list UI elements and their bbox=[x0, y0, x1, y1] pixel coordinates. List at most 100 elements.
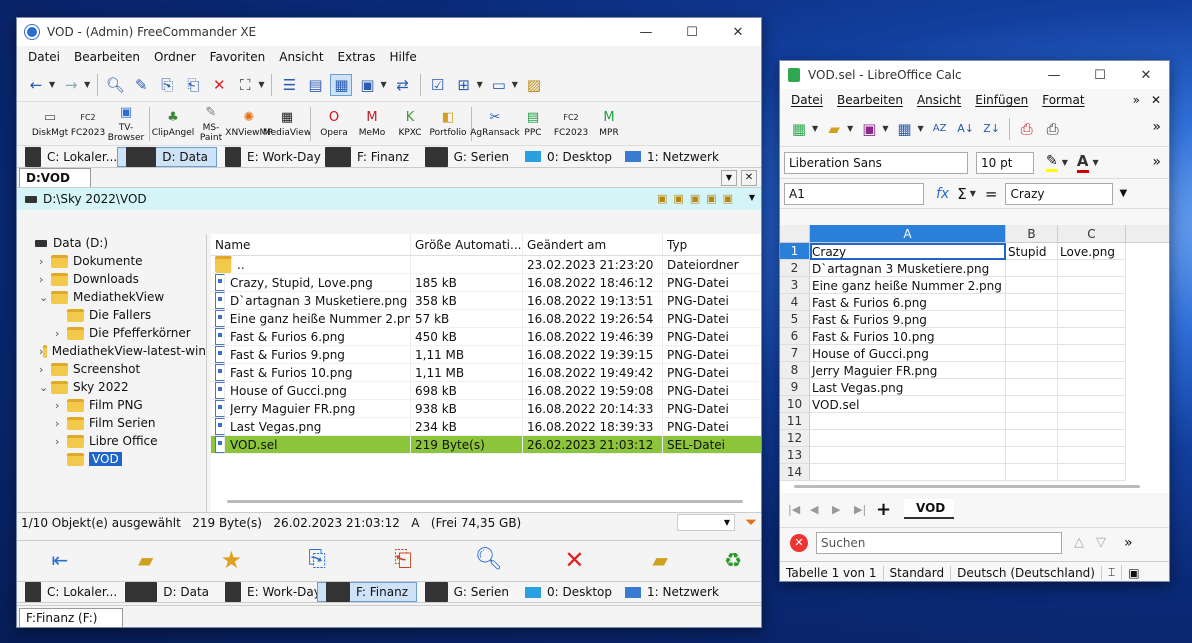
spreadsheet-grid[interactable]: A B C 1 2 3 4 5 6 7 8 9 10 11 12 13 14 Crazy D`artagnan 3 … bbox=[780, 225, 1169, 493]
find-previous-icon[interactable]: △ bbox=[1074, 535, 1084, 550]
find-next-icon[interactable]: ▽ bbox=[1096, 535, 1106, 550]
sheet-tab-vod[interactable]: VOD bbox=[904, 499, 954, 519]
tree-item[interactable]: › Dokumente bbox=[19, 252, 206, 270]
save-icon[interactable]: ▣ bbox=[858, 118, 880, 140]
grid-cell[interactable] bbox=[1006, 294, 1058, 311]
cell-a8[interactable]: Jerry Maguier FR.png bbox=[810, 362, 1006, 379]
grid-cell[interactable] bbox=[1058, 294, 1126, 311]
swap-panels-icon[interactable]: ⇤ bbox=[17, 548, 103, 572]
lo-minimize-icon[interactable]: — bbox=[1031, 61, 1077, 89]
layout-icon[interactable]: ⊞ bbox=[453, 74, 475, 96]
tree-item[interactable]: VOD bbox=[19, 450, 206, 468]
lo-menu-item[interactable]: Datei bbox=[784, 93, 830, 107]
sort-descending-icon[interactable]: Z↓ bbox=[981, 118, 1003, 140]
tab-d-vod[interactable]: D:VOD bbox=[19, 168, 91, 187]
grid-cell[interactable] bbox=[1006, 396, 1058, 413]
app-launcher-fc2023[interactable]: FC2 FC2023 bbox=[552, 110, 590, 138]
row-header[interactable]: 11 bbox=[780, 413, 810, 430]
cell-a9[interactable]: Last Vegas.png bbox=[810, 379, 1006, 396]
window-icon[interactable]: ▭ bbox=[488, 74, 510, 96]
app-launcher-mpr[interactable]: M MPR bbox=[590, 110, 628, 138]
app-launcher-fc2023[interactable]: FC2 FC2023 bbox=[69, 110, 107, 138]
sum-icon[interactable]: Σ bbox=[957, 185, 966, 203]
tree-item[interactable]: › MediathekView-latest-win bbox=[19, 342, 206, 360]
minimize-icon[interactable]: — bbox=[623, 18, 669, 46]
list-view-icon[interactable]: ▤ bbox=[304, 74, 326, 96]
fc-menu-item[interactable]: Ansicht bbox=[272, 50, 330, 64]
next-sheet-icon[interactable]: ▶ bbox=[832, 503, 854, 516]
status-dropdown[interactable]: ▼ bbox=[677, 514, 735, 531]
close-icon[interactable]: ✕ bbox=[715, 18, 761, 46]
fc-menu-item[interactable]: Hilfe bbox=[382, 50, 423, 64]
cell-a6[interactable]: Fast & Furios 10.png bbox=[810, 328, 1006, 345]
lo-menu-item[interactable]: Format bbox=[1035, 93, 1091, 107]
grid-cell[interactable] bbox=[1058, 260, 1126, 277]
tree-expander-icon[interactable]: ⌄ bbox=[39, 291, 51, 304]
cell-a3[interactable]: Eine ganz heiße Nummer 2.png bbox=[810, 277, 1006, 294]
find-more-icon[interactable]: » bbox=[1124, 535, 1133, 551]
grid-cell[interactable] bbox=[1006, 277, 1058, 294]
vertical-scrollbar[interactable] bbox=[1159, 245, 1169, 475]
sort-ascending-icon[interactable]: A↓ bbox=[955, 118, 977, 140]
drive-button[interactable]: F: Finanz bbox=[317, 146, 417, 167]
tree-item[interactable]: ⌄ MediathekView bbox=[19, 288, 206, 306]
last-sheet-icon[interactable]: ▶| bbox=[854, 503, 876, 516]
horizontal-scrollbar[interactable] bbox=[794, 485, 1140, 488]
panel-dropdown-icon[interactable]: ▼ bbox=[721, 170, 737, 186]
delete-icon[interactable]: ✕ bbox=[208, 74, 230, 96]
font-size-box[interactable]: 10 pt bbox=[976, 151, 1034, 174]
move-to-icon[interactable]: ⎗ bbox=[360, 547, 446, 572]
grid-cell[interactable] bbox=[1058, 396, 1126, 413]
app-launcher-ppc[interactable]: ▤ PPC bbox=[514, 110, 552, 138]
tree-item[interactable]: › Libre Office bbox=[19, 432, 206, 450]
lo-toolbar-more-icon[interactable]: » bbox=[1152, 119, 1161, 135]
lo-menu-close-icon[interactable]: ✕ bbox=[1144, 93, 1169, 107]
formula-input[interactable]: Crazy bbox=[1005, 182, 1114, 205]
file-row[interactable]: Last Vegas.png 234 kB 16.08.2022 18:39:33 P… bbox=[211, 418, 761, 436]
file-row[interactable]: Jerry Maguier FR.png 938 kB 16.08.2022 20:… bbox=[211, 400, 761, 418]
row-header[interactable]: 10 bbox=[780, 396, 810, 413]
tab-f-finanz[interactable]: F:Finanz (F:) bbox=[19, 607, 123, 627]
column-header-b[interactable]: B bbox=[1006, 225, 1058, 243]
fc-menu-item[interactable]: Datei bbox=[21, 50, 67, 64]
lo-menu-item[interactable]: Ansicht bbox=[910, 93, 968, 107]
first-sheet-icon[interactable]: |◀ bbox=[788, 503, 810, 516]
grid-cell[interactable] bbox=[1058, 447, 1126, 464]
font-color-icon[interactable]: A bbox=[1076, 152, 1089, 173]
cell-a5[interactable]: Fast & Furios 9.png bbox=[810, 311, 1006, 328]
lo-menu-more-icon[interactable]: » bbox=[1126, 93, 1144, 107]
cell-a10[interactable]: VOD.sel bbox=[810, 396, 1006, 413]
print-icon[interactable]: ⎙ bbox=[1042, 118, 1064, 140]
fc-path-bar[interactable]: D:\Sky 2022\VOD ▣▣▣▣▣ ▼ bbox=[17, 188, 761, 210]
drive-button[interactable]: 1: Netzwerk bbox=[617, 582, 719, 602]
drive-button[interactable]: D: Data bbox=[117, 582, 217, 602]
tree-expander-icon[interactable]: › bbox=[55, 399, 67, 412]
drive-button[interactable]: C: Lokaler... bbox=[17, 146, 117, 167]
add-sheet-icon[interactable]: + bbox=[876, 499, 904, 520]
column-header[interactable]: Typ bbox=[663, 234, 761, 255]
tree-expander-icon[interactable]: › bbox=[39, 273, 51, 286]
file-list-scrollbar[interactable] bbox=[227, 500, 743, 503]
drive-button[interactable]: F: Finanz bbox=[317, 582, 417, 602]
drive-button[interactable]: 0: Desktop bbox=[517, 582, 617, 602]
fc-menu-item[interactable]: Bearbeiten bbox=[67, 50, 147, 64]
file-row[interactable]: VOD.sel 219 Byte(s) 26.02.2023 21:03:12 SEL… bbox=[211, 436, 761, 454]
grid-cell[interactable] bbox=[810, 413, 1006, 430]
row-header[interactable]: 13 bbox=[780, 447, 810, 464]
grid-cell[interactable] bbox=[1006, 311, 1058, 328]
name-box[interactable]: A1 bbox=[784, 182, 924, 205]
grid-cell[interactable] bbox=[810, 464, 1006, 481]
grid-cell[interactable] bbox=[1058, 379, 1126, 396]
open-folder-icon[interactable]: ▰ bbox=[823, 118, 845, 140]
tree-item[interactable]: Die Fallers bbox=[19, 306, 206, 324]
row-header[interactable]: 8 bbox=[780, 362, 810, 379]
grid-cell[interactable] bbox=[1006, 260, 1058, 277]
grid-cell[interactable] bbox=[1006, 430, 1058, 447]
function-wizard-icon[interactable]: fx bbox=[936, 186, 949, 202]
grid-cell[interactable] bbox=[1006, 464, 1058, 481]
drive-button[interactable]: D: Data bbox=[117, 146, 217, 167]
file-row[interactable]: D`artagnan 3 Musketiere.png 358 kB 16.08.2… bbox=[211, 292, 761, 310]
fc-menu-item[interactable]: Extras bbox=[331, 50, 383, 64]
app-launcher-memo[interactable]: M MeMo bbox=[353, 110, 391, 138]
tree-item[interactable]: › Downloads bbox=[19, 270, 206, 288]
